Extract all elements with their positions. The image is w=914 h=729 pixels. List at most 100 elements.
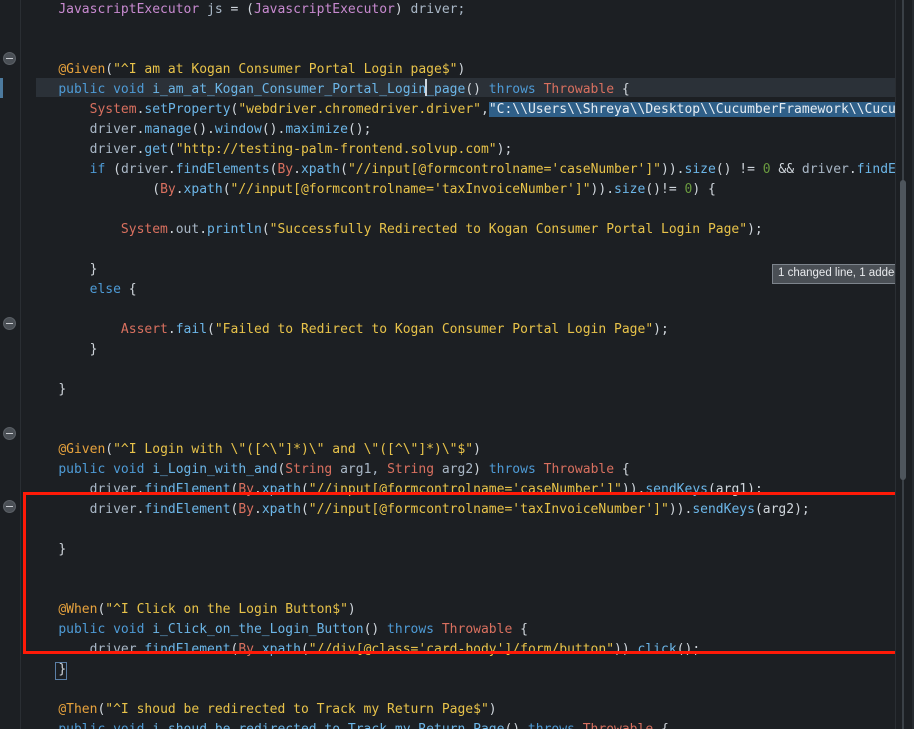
- code-token: "Failed to Redirect to Kogan Consumer Po…: [214, 322, 654, 337]
- code-line[interactable]: System.out.println("Successfully Redirec…: [21, 220, 895, 240]
- code-token: }: [89, 342, 98, 357]
- code-token: driver: [120, 162, 168, 177]
- code-token: ().: [191, 122, 215, 137]
- code-line[interactable]: @Given("^I Login with \"([^\"]*)\" and \…: [21, 440, 895, 460]
- code-token: driver;: [410, 2, 466, 17]
- code-token: (arg1);: [707, 482, 763, 497]
- code-token: arg1,: [332, 462, 388, 477]
- code-token: )).: [621, 482, 646, 497]
- code-line[interactable]: }: [21, 260, 895, 280]
- code-token: "Successfully Redirected to Kogan Consum…: [269, 222, 748, 237]
- code-line[interactable]: driver.findElement(By.xpath("//div[@clas…: [21, 640, 895, 660]
- code-line[interactable]: }: [21, 660, 895, 680]
- code-token: maximize: [285, 122, 348, 137]
- code-token: i_Click_on_the_Login_Button: [152, 622, 364, 637]
- code-line[interactable]: [21, 580, 895, 600]
- code-token: ): [457, 62, 466, 77]
- code-token: String: [285, 462, 333, 477]
- code-token: (): [504, 722, 527, 729]
- code-token: driver: [89, 482, 137, 497]
- code-line[interactable]: @Then("^I shoud be redirected to Track m…: [21, 700, 895, 720]
- code-line[interactable]: [21, 240, 895, 260]
- code-line[interactable]: [21, 680, 895, 700]
- code-token: System: [89, 102, 137, 117]
- collapse-minus-icon[interactable]: [3, 500, 16, 513]
- code-token: driver: [89, 142, 137, 157]
- collapse-minus-icon[interactable]: [3, 52, 16, 65]
- code-line[interactable]: Assert.fail("Failed to Redirect to Kogan…: [21, 320, 895, 340]
- code-token: findElements: [175, 162, 270, 177]
- code-token: (): [363, 622, 388, 637]
- code-line[interactable]: (By.xpath("//input[@formcontrolname='tax…: [21, 180, 895, 200]
- code-token: }: [58, 542, 67, 557]
- code-token: );: [747, 222, 763, 237]
- code-line[interactable]: [21, 560, 895, 580]
- code-line[interactable]: driver.findElement(By.xpath("//input[@fo…: [21, 480, 895, 500]
- code-token: public void: [58, 622, 153, 637]
- code-line[interactable]: public void i_Login_with_and(String arg1…: [21, 460, 895, 480]
- code-line[interactable]: [21, 400, 895, 420]
- code-content-area[interactable]: JavascriptExecutor js = (JavascriptExecu…: [21, 0, 895, 729]
- selected-text[interactable]: "C:\\Users\\Shreya\\Desktop\\CucumberFra…: [488, 102, 895, 117]
- code-token: setProperty: [144, 102, 231, 117]
- code-line[interactable]: JavascriptExecutor js = (JavascriptExecu…: [21, 0, 895, 20]
- code-token: @When: [58, 602, 98, 617]
- editor-gutter[interactable]: [0, 0, 21, 729]
- code-token: );: [496, 142, 513, 157]
- code-token: ): [394, 2, 411, 17]
- code-line[interactable]: @When("^I Click on the Login Button$"): [21, 600, 895, 620]
- collapse-minus-icon[interactable]: [3, 427, 16, 440]
- code-line[interactable]: [21, 300, 895, 320]
- code-token: xpath: [261, 502, 301, 517]
- code-line[interactable]: driver.manage().window().maximize();: [21, 120, 895, 140]
- code-line[interactable]: public void i_shoud_be_redirected_to_Tra…: [21, 720, 895, 729]
- code-line[interactable]: [21, 420, 895, 440]
- code-line[interactable]: }: [21, 380, 895, 400]
- code-line[interactable]: }: [21, 340, 895, 360]
- text-caret: [425, 79, 427, 96]
- code-token: if: [89, 162, 114, 177]
- code-token: )).: [614, 642, 638, 657]
- code-line[interactable]: else {: [21, 280, 895, 300]
- code-line[interactable]: [21, 40, 895, 60]
- scrollbar-thumb[interactable]: [900, 180, 906, 480]
- code-line[interactable]: driver.findElement(By.xpath("//input[@fo…: [21, 500, 895, 520]
- collapse-minus-icon[interactable]: [3, 317, 16, 330]
- code-line[interactable]: }: [21, 540, 895, 560]
- code-token: {: [128, 282, 137, 297]
- code-line[interactable]: [21, 520, 895, 540]
- code-token: System: [120, 222, 168, 237]
- changed-line-marker: [0, 78, 3, 98]
- code-line[interactable]: [21, 360, 895, 380]
- code-line[interactable]: [21, 200, 895, 220]
- code-token: driver: [89, 642, 137, 657]
- code-line[interactable]: @Given("^I am at Kogan Consumer Portal L…: [21, 60, 895, 80]
- code-token: i_Login_with_and: [152, 462, 278, 477]
- code-token: ().: [261, 122, 286, 137]
- code-token: .: [167, 222, 176, 237]
- code-token: "^I am at Kogan Consumer Portal Login pa…: [113, 62, 458, 77]
- code-token: findElement: [144, 482, 231, 497]
- vertical-scrollbar[interactable]: [895, 0, 914, 729]
- code-token: By: [238, 502, 254, 517]
- code-line[interactable]: if (driver.findElements(By.xpath("//inpu…: [21, 160, 895, 180]
- code-token: )).: [661, 162, 685, 177]
- code-token: js: [199, 2, 231, 17]
- code-token: Throwable: [583, 722, 653, 729]
- code-editor[interactable]: JavascriptExecutor js = (JavascriptExecu…: [0, 0, 914, 729]
- code-line[interactable]: public void i_Click_on_the_Login_Button(…: [21, 620, 895, 640]
- code-line[interactable]: [21, 20, 895, 40]
- code-line[interactable]: driver.get("http://testing-palm-frontend…: [21, 140, 895, 160]
- code-token: @Given: [58, 442, 106, 457]
- code-token: );: [653, 322, 669, 337]
- code-line[interactable]: public void i_am_at_Kogan_Consumer_Porta…: [21, 80, 895, 100]
- source-code-text[interactable]: JavascriptExecutor js = (JavascriptExecu…: [21, 0, 895, 729]
- code-line[interactable]: System.setProperty("webdriver.chromedriv…: [21, 100, 895, 120]
- code-token: "^I Click on the Login Button$": [105, 602, 348, 617]
- code-token: JavascriptExecutor: [254, 2, 395, 17]
